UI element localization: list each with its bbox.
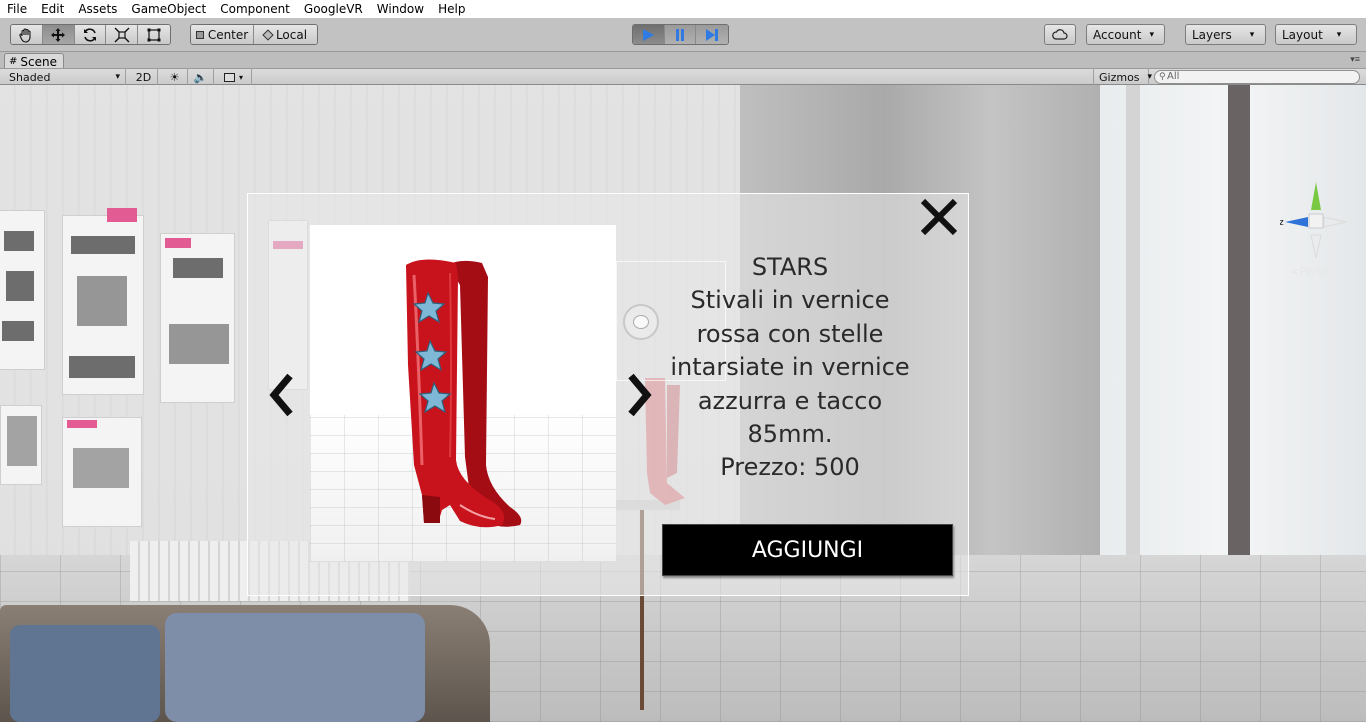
transform-tools	[10, 24, 171, 45]
perspective-label[interactable]: <Persp	[1290, 265, 1329, 278]
pause-icon	[676, 28, 684, 41]
cube-icon	[262, 28, 274, 41]
audio-toggle[interactable]: 🔈	[188, 69, 214, 85]
pivot-center-label: Center	[207, 27, 249, 42]
product-description: STARS Stivali in vernice rossa con stell…	[668, 251, 912, 485]
layers-dropdown[interactable]: Layers	[1185, 24, 1266, 45]
shading-mode-label: Shaded	[9, 70, 51, 84]
chevron-left-icon	[269, 373, 293, 417]
scale-tool-icon[interactable]	[106, 25, 139, 44]
play-icon	[643, 28, 655, 41]
layers-label: Layers	[1192, 27, 1232, 42]
cloud-button[interactable]	[1044, 24, 1076, 45]
menu-component[interactable]: Component	[213, 0, 297, 18]
toggle-2d-label: 2D	[135, 70, 152, 84]
rotate-tool-icon[interactable]	[74, 25, 107, 44]
sun-icon: ☀	[169, 70, 180, 84]
menu-help[interactable]: Help	[431, 0, 472, 18]
description-line: azzurra e tacco	[697, 386, 883, 415]
shading-mode-dropdown[interactable]: Shaded	[4, 69, 126, 85]
chevron-right-icon	[628, 373, 652, 417]
scene-control-bar: Shaded 2D ☀ 🔈 ▾ Gizmos ⚲ All	[0, 68, 1366, 85]
tab-scene[interactable]: # Scene	[4, 53, 64, 69]
lighting-toggle[interactable]: ☀	[162, 69, 188, 85]
menu-assets[interactable]: Assets	[71, 0, 124, 18]
background-cushion	[10, 625, 160, 722]
background-moodboard	[160, 233, 235, 403]
effects-dropdown[interactable]: ▾	[216, 69, 252, 85]
background-cushion	[165, 613, 425, 722]
add-to-cart-label: AGGIUNGI	[751, 537, 864, 563]
account-dropdown[interactable]: Account	[1086, 24, 1165, 45]
product-image	[310, 225, 616, 562]
search-placeholder: All	[1167, 71, 1180, 82]
scene-search-input[interactable]: ⚲ All	[1154, 70, 1360, 84]
panel-menu-icon[interactable]: ▾≡	[1350, 54, 1360, 65]
hand-tool-icon[interactable]	[11, 25, 43, 44]
account-label: Account	[1093, 27, 1142, 42]
menu-edit[interactable]: Edit	[34, 0, 71, 18]
pivot-toggle: Center Local	[190, 24, 318, 45]
speaker-icon: 🔈	[193, 70, 208, 84]
toggle-2d-button[interactable]: 2D	[130, 69, 158, 85]
description-line: 85mm.	[747, 420, 833, 449]
product-panel: STARS Stivali in vernice rossa con stell…	[247, 193, 969, 596]
next-product-button[interactable]	[625, 372, 653, 426]
step-button[interactable]	[696, 25, 728, 44]
scene-tab-bar: # Scene ▾≡	[0, 52, 1366, 69]
menu-googlevr[interactable]: GoogleVR	[297, 0, 370, 18]
persp-arrow-icon: <	[1290, 265, 1300, 278]
close-button[interactable]	[917, 196, 961, 238]
play-button[interactable]	[633, 25, 665, 44]
playback-controls	[632, 24, 729, 45]
main-toolbar: Center Local Account Layers Layout	[0, 18, 1366, 52]
tab-scene-label: Scene	[20, 54, 57, 69]
step-icon	[706, 28, 719, 41]
menu-file[interactable]: File	[0, 0, 34, 18]
persp-text: Persp	[1299, 265, 1330, 278]
description-line: rossa con stelle	[696, 319, 884, 348]
description-line: intarsiate in vernice	[670, 353, 910, 382]
center-icon	[195, 30, 204, 39]
menu-window[interactable]: Window	[370, 0, 431, 18]
move-tool-icon[interactable]	[42, 25, 75, 44]
grid-icon: #	[9, 56, 18, 67]
add-to-cart-button[interactable]: AGGIUNGI	[662, 524, 953, 576]
description-line: Stivali in vernice	[690, 286, 890, 315]
axis-z-label: z	[1280, 218, 1284, 228]
pause-button[interactable]	[664, 25, 697, 44]
search-icon: ⚲	[1159, 72, 1166, 82]
red-boot-image	[406, 259, 522, 528]
background-moodboard	[0, 405, 42, 485]
menu-gameobject[interactable]: GameObject	[124, 0, 213, 18]
gizmos-dropdown[interactable]: Gizmos	[1093, 69, 1149, 85]
rect-tool-icon[interactable]	[138, 25, 170, 44]
menu-bar: File Edit Assets GameObject Component Go…	[0, 0, 1366, 18]
layout-label: Layout	[1282, 27, 1323, 42]
pivot-local-button[interactable]: Local	[254, 25, 317, 44]
cloud-icon	[1052, 28, 1068, 40]
pivot-local-label: Local	[275, 27, 308, 42]
previous-product-button[interactable]	[268, 372, 296, 426]
product-price: Prezzo: 500	[720, 453, 860, 482]
gaze-reticle-icon	[623, 304, 659, 340]
background-moodboard	[62, 417, 142, 527]
close-icon	[920, 198, 958, 236]
gizmos-label: Gizmos	[1099, 70, 1140, 84]
background-moodboard	[0, 210, 45, 370]
background-moodboard	[62, 208, 144, 395]
image-icon	[223, 72, 235, 82]
pivot-center-button[interactable]: Center	[191, 25, 255, 44]
chevron-down-icon: ▾	[238, 72, 243, 82]
product-title: STARS	[751, 253, 829, 281]
layout-dropdown[interactable]: Layout	[1275, 24, 1357, 45]
